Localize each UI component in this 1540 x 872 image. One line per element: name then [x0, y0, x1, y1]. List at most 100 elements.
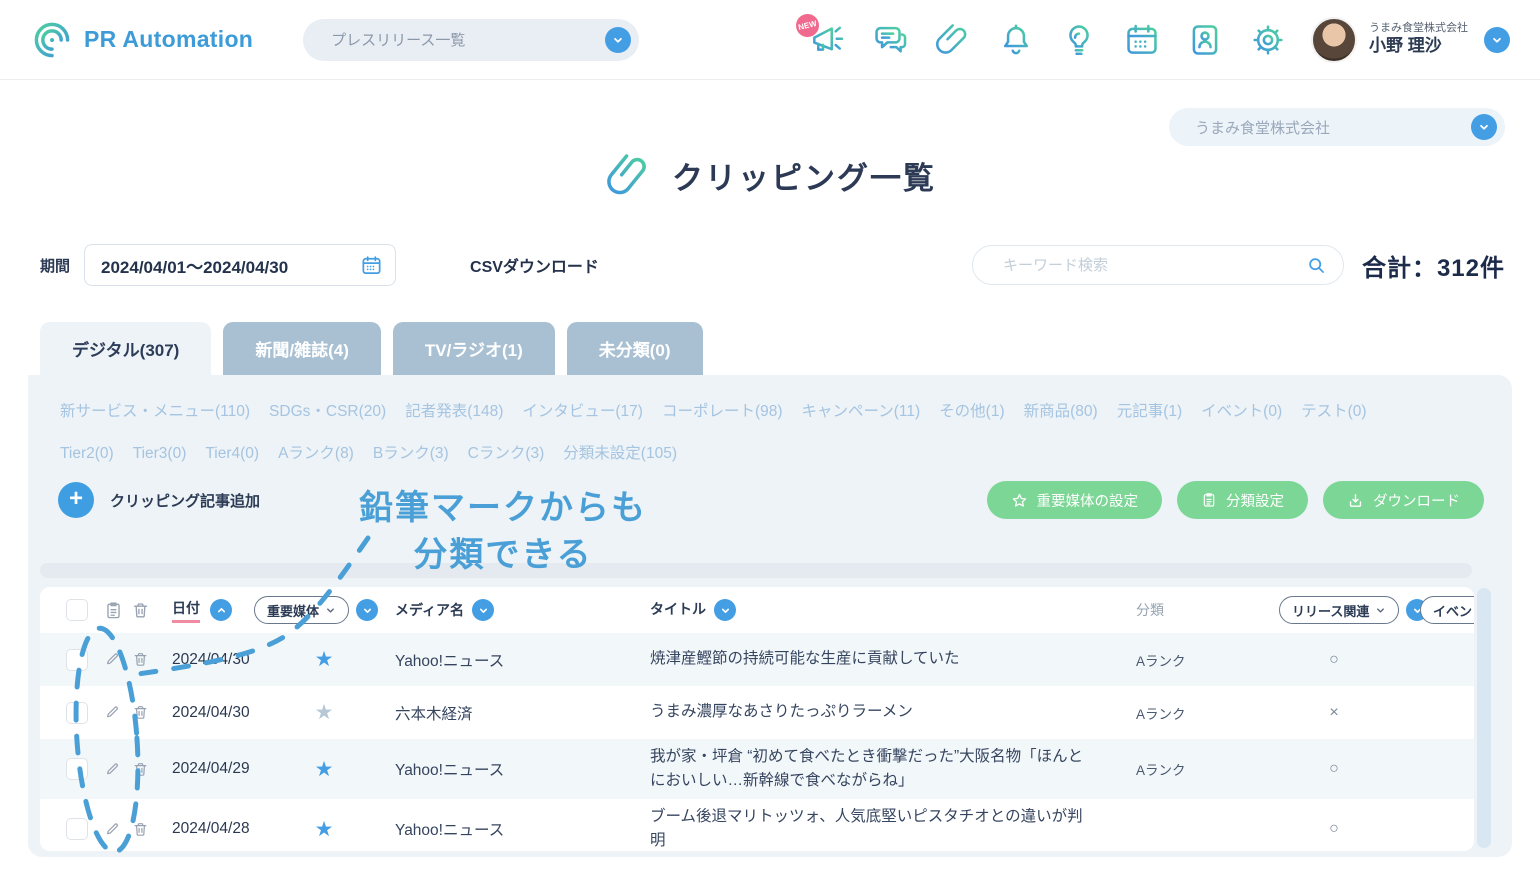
filter-link[interactable]: 記者発表(148)	[405, 403, 503, 420]
period-date-range-input[interactable]	[84, 244, 396, 286]
chevron-down-icon[interactable]	[605, 27, 631, 53]
table-row[interactable]: 2024/04/29 ★ Yahoo!ニュース 我が家・坪倉 “初めて食べたとき…	[40, 739, 1474, 799]
filter-link[interactable]: キャンペーン(11)	[802, 403, 921, 420]
row-release-related: ○	[1279, 651, 1389, 669]
row-title[interactable]: 我が家・坪倉 “初めて食べたとき衝撃だった”大阪名物「ほんとにおいしい…新幹線で…	[624, 739, 1114, 799]
add-clipping-label[interactable]: クリッピング記事追加	[110, 490, 260, 511]
page-nav-select-value: プレスリリース一覧	[331, 29, 465, 50]
tab-digital[interactable]: デジタル(307)	[40, 322, 211, 375]
row-title[interactable]: 焼津産鰹節の持続可能な生産に貢献していた	[624, 641, 1114, 677]
row-checkbox[interactable]	[66, 702, 88, 724]
row-release-related: ×	[1279, 704, 1389, 722]
filter-link[interactable]: 新サービス・メニュー(110)	[60, 403, 250, 420]
id-card-icon[interactable]	[1186, 21, 1224, 59]
column-header-title[interactable]: タイトル	[650, 599, 706, 621]
search-input[interactable]	[1003, 257, 1306, 274]
sort-ascending-icon[interactable]	[210, 599, 232, 621]
clipboard-icon[interactable]	[100, 601, 126, 620]
add-clipping-button[interactable]: +	[58, 482, 94, 518]
filter-chevron-down-icon[interactable]	[714, 599, 736, 621]
filter-link[interactable]: Tier4(0)	[205, 445, 259, 462]
logo[interactable]: PR Automation	[30, 18, 253, 62]
filter-link[interactable]: Cランク(3)	[468, 445, 545, 462]
table-row[interactable]: 2024/04/30 ★ Yahoo!ニュース 焼津産鰹節の持続可能な生産に貢献…	[40, 633, 1474, 686]
megaphone-icon[interactable]: NEW	[808, 21, 846, 59]
filter-chevron-down-icon[interactable]	[472, 599, 494, 621]
calendar-icon[interactable]	[360, 254, 383, 277]
important-star-icon[interactable]: ★	[315, 817, 334, 842]
row-title[interactable]: ブーム後退マリトッツォ、人気底堅いピスタチオとの違いが判明	[624, 799, 1114, 851]
bell-icon[interactable]	[997, 21, 1035, 59]
filter-link[interactable]: コーポレート(98)	[662, 403, 783, 420]
avatar[interactable]	[1311, 17, 1357, 63]
filter-link[interactable]: 新商品(80)	[1024, 403, 1098, 420]
filter-link[interactable]: その他(1)	[939, 403, 1004, 420]
filter-link[interactable]: テスト(0)	[1301, 403, 1366, 420]
tab-tv-radio[interactable]: TV/ラジオ(1)	[393, 322, 555, 375]
filter-link[interactable]: 分類未設定(105)	[563, 445, 677, 462]
row-title[interactable]: うまみ濃厚なあさりたっぷりラーメン	[624, 694, 1114, 730]
paperclip-icon[interactable]	[934, 21, 972, 59]
row-media-name: Yahoo!ニュース	[364, 758, 624, 780]
page-nav-select[interactable]: プレスリリース一覧	[303, 19, 639, 61]
action-row: + クリッピング記事追加 重要媒体の設定 分類設定	[58, 481, 1484, 519]
chevron-down-icon[interactable]	[1471, 114, 1497, 140]
column-header-media-name[interactable]: メディア名	[395, 600, 464, 620]
user-menu-chevron-down-icon[interactable]	[1484, 27, 1510, 53]
select-all-checkbox[interactable]	[66, 599, 88, 621]
trash-icon[interactable]	[126, 821, 154, 838]
clipping-table: 日付 重要媒体 メディア名	[40, 587, 1474, 851]
search-box[interactable]	[972, 245, 1344, 285]
filter-link[interactable]: イベント(0)	[1201, 403, 1282, 420]
user-company: うまみ食堂株式会社	[1369, 21, 1468, 36]
release-related-filter-pill[interactable]: リリース関連	[1279, 596, 1399, 624]
pencil-icon[interactable]	[100, 821, 126, 838]
trash-icon[interactable]	[126, 601, 154, 620]
row-date: 2024/04/30	[154, 651, 284, 669]
row-category: Aランク	[1114, 703, 1279, 723]
calendar-icon[interactable]	[1123, 21, 1161, 59]
filter-link[interactable]: Aランク(8)	[278, 445, 354, 462]
search-icon[interactable]	[1306, 255, 1327, 276]
vertical-scrollbar[interactable]	[1477, 588, 1491, 848]
filter-link[interactable]: SDGs・CSR(20)	[269, 403, 386, 420]
csv-download-link[interactable]: CSVダウンロード	[470, 253, 599, 277]
pencil-icon[interactable]	[100, 761, 126, 778]
filter-link[interactable]: インタビュー(17)	[522, 403, 643, 420]
pencil-icon[interactable]	[100, 651, 126, 668]
important-star-icon[interactable]: ★	[315, 757, 334, 782]
download-button[interactable]: ダウンロード	[1323, 481, 1484, 519]
row-media-name: 六本木経済	[364, 702, 624, 724]
filter-link[interactable]: 元記事(1)	[1117, 403, 1182, 420]
trash-icon[interactable]	[126, 651, 154, 668]
chat-icon[interactable]	[871, 21, 909, 59]
important-media-filter-pill[interactable]: 重要媒体	[254, 596, 349, 624]
filter-link[interactable]: Bランク(3)	[373, 445, 449, 462]
trash-icon[interactable]	[126, 761, 154, 778]
column-header-date[interactable]: 日付	[172, 598, 200, 623]
table-row[interactable]: 2024/04/30 ★ 六本木経済 うまみ濃厚なあさりたっぷりラーメン Aラン…	[40, 686, 1474, 739]
filter-link[interactable]: Tier3(0)	[133, 445, 187, 462]
row-checkbox[interactable]	[66, 818, 88, 840]
row-checkbox[interactable]	[66, 758, 88, 780]
period-value[interactable]	[101, 255, 331, 275]
filter-link[interactable]: Tier2(0)	[60, 445, 114, 462]
important-star-icon[interactable]: ★	[315, 700, 334, 725]
company-select[interactable]: うまみ食堂株式会社	[1169, 108, 1505, 146]
category-settings-button[interactable]: 分類設定	[1177, 481, 1308, 519]
user-block: うまみ食堂株式会社 小野 理沙	[1369, 21, 1468, 59]
table-row[interactable]: 2024/04/28 ★ Yahoo!ニュース ブーム後退マリトッツォ、人気底堅…	[40, 799, 1474, 851]
tab-newspaper-magazine[interactable]: 新聞/雑誌(4)	[223, 322, 381, 375]
clipboard-icon	[1201, 492, 1217, 508]
tabs: デジタル(307) 新聞/雑誌(4) TV/ラジオ(1) 未分類(0)	[40, 322, 703, 375]
tab-uncategorized[interactable]: 未分類(0)	[567, 322, 703, 375]
important-media-settings-button[interactable]: 重要媒体の設定	[987, 481, 1163, 519]
row-checkbox[interactable]	[66, 649, 88, 671]
lightbulb-icon[interactable]	[1060, 21, 1098, 59]
gear-icon[interactable]	[1249, 21, 1287, 59]
important-star-icon[interactable]: ★	[315, 647, 334, 672]
horizontal-scrollbar[interactable]	[40, 563, 1472, 578]
pencil-icon[interactable]	[100, 704, 126, 721]
event-filter-pill[interactable]: イベン	[1420, 596, 1474, 624]
trash-icon[interactable]	[126, 704, 154, 721]
